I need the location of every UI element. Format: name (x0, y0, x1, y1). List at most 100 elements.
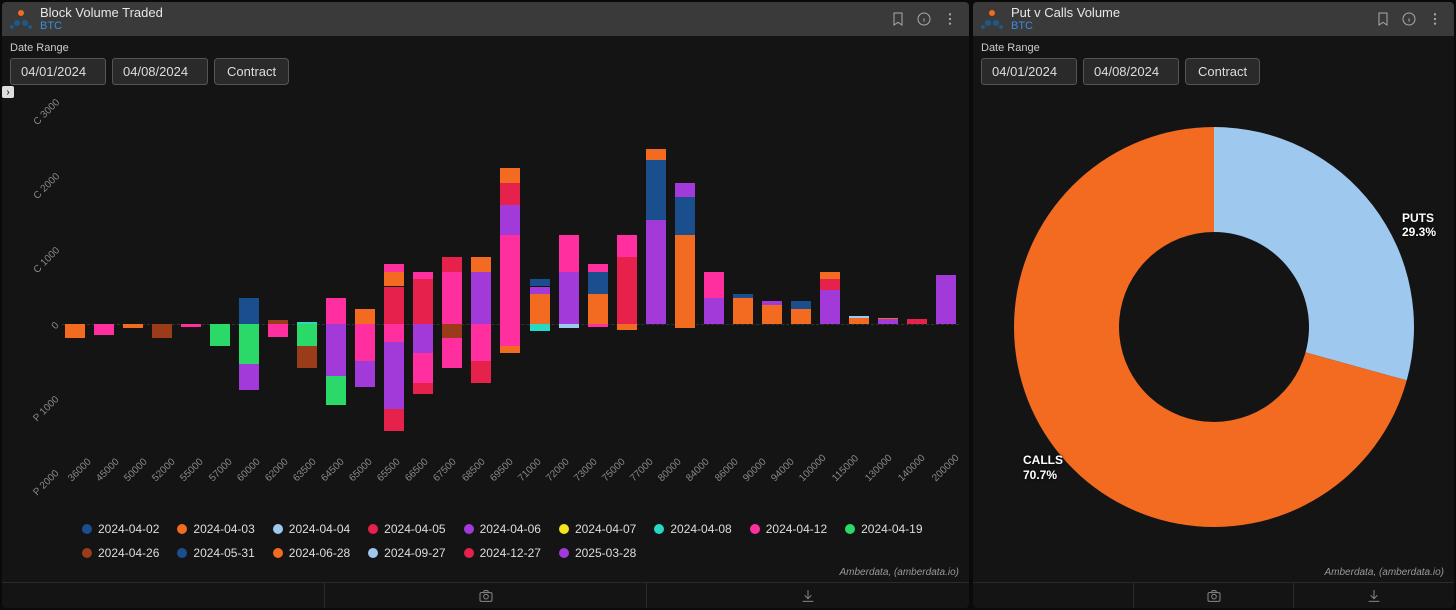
info-icon[interactable] (915, 10, 933, 28)
bar-column (847, 101, 872, 472)
bar-column (527, 101, 552, 472)
legend-dot-icon (368, 524, 378, 534)
amberdata-logo-icon (981, 8, 1003, 30)
y-tick: C 2000 (31, 171, 62, 202)
bar-column (324, 101, 349, 472)
legend-item[interactable]: 2024-04-26 (82, 546, 159, 560)
date-from-input[interactable] (981, 58, 1077, 85)
legend-item[interactable]: 2024-04-03 (177, 522, 254, 536)
bar-column (120, 101, 145, 472)
camera-icon[interactable] (324, 583, 647, 608)
bar-column (556, 101, 581, 472)
legend-item[interactable]: 2024-04-05 (368, 522, 445, 536)
legend-label: 2024-04-19 (861, 522, 922, 536)
bar-column (411, 101, 436, 472)
legend-label: 2024-04-06 (480, 522, 541, 536)
bar-column (91, 101, 116, 472)
legend-item[interactable]: 2024-04-19 (845, 522, 922, 536)
bar-column (295, 101, 320, 472)
y-tick: 0 (50, 320, 62, 332)
bar-column (149, 101, 174, 472)
legend-item[interactable]: 2024-04-08 (654, 522, 731, 536)
bar-column (498, 101, 523, 472)
calls-label: CALLS70.7% (1023, 453, 1063, 482)
legend-dot-icon (559, 548, 569, 558)
controls: Date Range Contract (973, 36, 1454, 91)
bar-column (353, 101, 378, 472)
legend-dot-icon (750, 524, 760, 534)
bar-column (876, 101, 901, 472)
legend-dot-icon (654, 524, 664, 534)
contract-button[interactable]: Contract (214, 58, 289, 85)
legend-dot-icon (559, 524, 569, 534)
panel-subtitle: BTC (40, 20, 163, 32)
legend-item[interactable]: 2024-12-27 (464, 546, 541, 560)
date-range-label: Date Range (10, 42, 961, 54)
bar-column (614, 101, 639, 472)
info-icon[interactable] (1400, 10, 1418, 28)
bar-column (382, 101, 407, 472)
donut-svg (1004, 117, 1424, 537)
y-tick: P 2000 (32, 468, 62, 498)
camera-icon[interactable] (1133, 583, 1294, 608)
y-tick: C 3000 (31, 97, 62, 128)
date-to-input[interactable] (112, 58, 208, 85)
legend-item[interactable]: 2024-09-27 (368, 546, 445, 560)
panel-title-block: Block Volume Traded BTC (40, 6, 163, 32)
bookmark-icon[interactable] (1374, 10, 1392, 28)
legend-item[interactable]: 2024-04-07 (559, 522, 636, 536)
legend-item[interactable]: 2024-04-02 (82, 522, 159, 536)
legend-label: 2024-12-27 (480, 546, 541, 560)
legend-item[interactable]: 2024-04-04 (273, 522, 350, 536)
legend: 2024-04-02 2024-04-03 2024-04-04 2024-04-05… (82, 522, 959, 560)
legend-dot-icon (177, 548, 187, 558)
legend-label: 2024-04-26 (98, 546, 159, 560)
legend-label: 2025-03-28 (575, 546, 636, 560)
bar-column (469, 101, 494, 472)
panel-subtitle: BTC (1011, 20, 1120, 32)
bar-column (934, 101, 959, 472)
contract-button[interactable]: Contract (1185, 58, 1260, 85)
download-icon[interactable] (646, 583, 969, 608)
bar-column (818, 101, 843, 472)
legend-label: 2024-04-03 (193, 522, 254, 536)
legend-label: 2024-05-31 (193, 546, 254, 560)
amberdata-logo-icon (10, 8, 32, 30)
bar-column (643, 101, 668, 472)
bar-column (585, 101, 610, 472)
legend-item[interactable]: 2024-05-31 (177, 546, 254, 560)
legend-label: 2024-04-12 (766, 522, 827, 536)
legend-item[interactable]: 2024-04-12 (750, 522, 827, 536)
panel-header: Put v Calls Volume BTC (973, 2, 1454, 36)
date-to-input[interactable] (1083, 58, 1179, 85)
donut-slice[interactable] (1214, 127, 1414, 380)
bookmark-icon[interactable] (889, 10, 907, 28)
panel-block-volume: Block Volume Traded BTC Date Range Contr… (2, 2, 969, 608)
more-icon[interactable] (1426, 10, 1444, 28)
legend-item[interactable]: 2024-06-28 (273, 546, 350, 560)
footer-empty (973, 583, 1133, 608)
date-from-input[interactable] (10, 58, 106, 85)
legend-label: 2024-06-28 (289, 546, 350, 560)
donut-chart: PUTS29.3% CALLS70.7% Amberdata, (amberda… (973, 91, 1454, 582)
bar-column (440, 101, 465, 472)
bar-column (701, 101, 726, 472)
more-icon[interactable] (941, 10, 959, 28)
footer-empty (2, 583, 324, 608)
legend-dot-icon (82, 548, 92, 558)
legend-dot-icon (845, 524, 855, 534)
panel-footer (2, 582, 969, 608)
legend-dot-icon (368, 548, 378, 558)
legend-label: 2024-09-27 (384, 546, 445, 560)
bar-column (265, 101, 290, 472)
y-tick: C 1000 (31, 246, 62, 277)
legend-item[interactable]: 2024-04-06 (464, 522, 541, 536)
bar-column (178, 101, 203, 472)
bar-column (905, 101, 930, 472)
panel-header: Block Volume Traded BTC (2, 2, 969, 36)
legend-dot-icon (82, 524, 92, 534)
legend-label: 2024-04-08 (670, 522, 731, 536)
download-icon[interactable] (1293, 583, 1454, 608)
legend-item[interactable]: 2025-03-28 (559, 546, 636, 560)
bar-column (207, 101, 232, 472)
